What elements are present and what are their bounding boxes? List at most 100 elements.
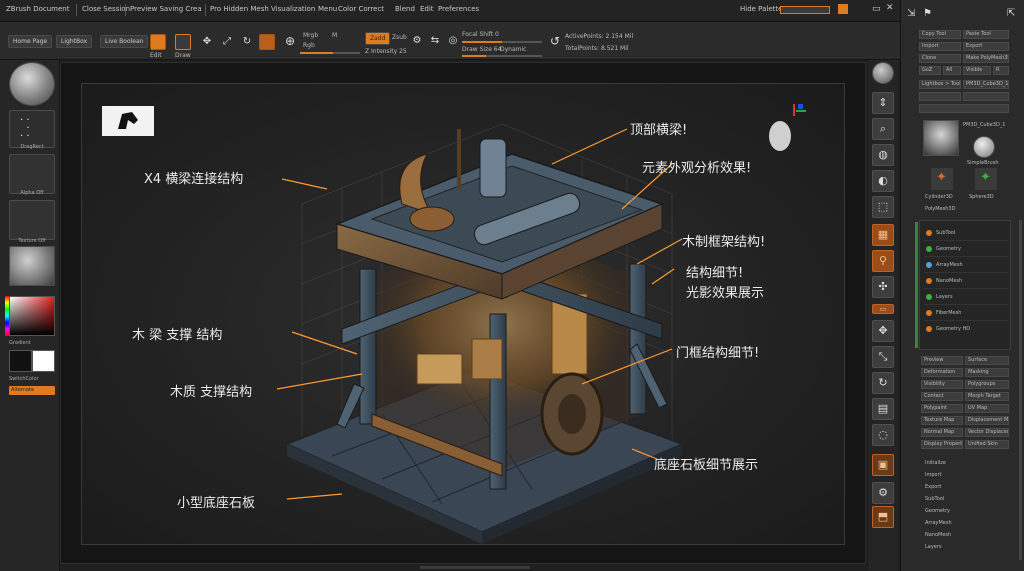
- local-icon[interactable]: ⚲: [872, 250, 894, 272]
- xyz-icon[interactable]: ✣: [872, 276, 894, 298]
- visible-button[interactable]: Visible: [963, 66, 991, 75]
- subtool-row[interactable]: FiberMesh: [924, 307, 1008, 321]
- menu-list-item[interactable]: NanoMesh: [925, 532, 951, 538]
- orange-toggle-button[interactable]: [259, 34, 275, 50]
- switch-color-label[interactable]: SwitchColor: [9, 376, 55, 382]
- scale-view-icon[interactable]: ⤡: [872, 346, 894, 368]
- gear-icon[interactable]: ⚙: [410, 34, 424, 48]
- hide-palette-label[interactable]: Hide Palette: [740, 5, 782, 13]
- menu-color-correct[interactable]: Color Correct: [338, 5, 384, 13]
- brush-selector[interactable]: [9, 62, 55, 106]
- menu-list-item[interactable]: Geometry: [925, 508, 950, 514]
- subtool-scrollbar[interactable]: [915, 222, 918, 348]
- menu-orange-square[interactable]: [838, 4, 848, 14]
- scroll-icon[interactable]: ⇕: [872, 92, 894, 114]
- menu-list-item[interactable]: SubTool: [925, 496, 944, 502]
- zoom-icon[interactable]: ⌕: [872, 118, 894, 140]
- tool-thumb-sphere[interactable]: ✦: [975, 168, 997, 190]
- tool-thumb-simplebrush[interactable]: [973, 136, 995, 158]
- subtool-row[interactable]: Geometry HD: [924, 323, 1008, 337]
- menu-close-session[interactable]: Close Session: [82, 5, 130, 13]
- goz-button[interactable]: GoZ: [919, 66, 941, 75]
- all-button[interactable]: All: [943, 66, 961, 75]
- home-page-button[interactable]: Home Page: [8, 35, 53, 48]
- frame-icon[interactable]: ▭: [872, 304, 894, 314]
- subtool-row[interactable]: ArrayMesh: [924, 259, 1008, 273]
- timeline-slider[interactable]: [420, 566, 530, 569]
- subtool-option[interactable]: Polygroups: [965, 380, 1009, 389]
- aahalf-icon[interactable]: ◐: [872, 170, 894, 192]
- actual-icon[interactable]: ◍: [872, 144, 894, 166]
- live-boolean-button[interactable]: Live Boolean: [100, 35, 149, 48]
- window-close-icon[interactable]: ✕: [886, 3, 894, 13]
- rotate-icon[interactable]: ↻: [240, 35, 254, 49]
- clone-button[interactable]: Clone: [919, 54, 961, 63]
- menu-list-item[interactable]: Layers: [925, 544, 942, 550]
- subtool-row[interactable]: NanoMesh: [924, 275, 1008, 289]
- subtool-list[interactable]: SubTool Geometry ArrayMesh NanoMesh Laye…: [919, 220, 1011, 350]
- color-picker[interactable]: [9, 296, 55, 336]
- polyf-icon[interactable]: ▤: [872, 398, 894, 420]
- subtool-option[interactable]: Displacement Map: [965, 416, 1009, 425]
- stroke-selector[interactable]: · · · · ·: [9, 110, 55, 148]
- menu-preview-saving[interactable]: Preview Saving Crea: [130, 5, 202, 13]
- tool-slider-2[interactable]: [963, 92, 1009, 101]
- rotate-view-icon[interactable]: ↻: [872, 372, 894, 394]
- zsub-label[interactable]: Zsub: [392, 34, 407, 41]
- menu-edit[interactable]: Edit: [420, 5, 434, 13]
- subtool-option[interactable]: Morph Target: [965, 392, 1009, 401]
- document-canvas[interactable]: 顶部横梁! 元素外观分析效果! X4 横梁连接结构 木制框架结构! 结构细节! …: [81, 83, 845, 545]
- lock-icon[interactable]: ◎: [446, 34, 460, 48]
- subtool-row[interactable]: Layers: [924, 291, 1008, 305]
- menu-blend[interactable]: Blend: [395, 5, 415, 13]
- tool-slider-3[interactable]: [919, 104, 1009, 113]
- menu-list-item[interactable]: Import: [925, 472, 942, 478]
- export-button[interactable]: Export: [963, 42, 1009, 51]
- material-selector[interactable]: [9, 246, 55, 286]
- move-view-icon[interactable]: ✥: [872, 320, 894, 342]
- bpr-sphere-icon[interactable]: [872, 62, 894, 84]
- import-button[interactable]: Import: [919, 42, 961, 51]
- subtool-option[interactable]: Normal Map: [921, 428, 963, 437]
- tool-thumb-cylinder[interactable]: ✦: [931, 168, 953, 190]
- subtool-option[interactable]: Visibility: [921, 380, 963, 389]
- scale-icon[interactable]: ⤢: [220, 35, 234, 49]
- transp-icon[interactable]: ◌: [872, 424, 894, 446]
- flip-icon[interactable]: ⇆: [428, 34, 442, 48]
- subtool-option[interactable]: Preview: [921, 356, 963, 365]
- menu-preferences[interactable]: Preferences: [438, 5, 479, 13]
- subtool-option[interactable]: Texture Map: [921, 416, 963, 425]
- draw-mode-button[interactable]: [175, 34, 191, 50]
- draw-size-slider[interactable]: [462, 55, 542, 57]
- persp-icon[interactable]: ⬚: [872, 196, 894, 218]
- subtool-option[interactable]: Polypaint: [921, 404, 963, 413]
- menu-zbrush-document[interactable]: ZBrush Document: [6, 5, 70, 13]
- tool-thumb-head[interactable]: [923, 120, 959, 156]
- subtool-option[interactable]: Masking: [965, 368, 1009, 377]
- hue-strip[interactable]: [5, 296, 9, 336]
- secondary-color-swatch[interactable]: [32, 350, 55, 372]
- edit-mode-button[interactable]: [150, 34, 166, 50]
- viewport[interactable]: 顶部横梁! 元素外观分析效果! X4 横梁连接结构 木制框架结构! 结构细节! …: [60, 62, 866, 564]
- target-icon[interactable]: ⊕: [283, 34, 297, 48]
- focal-shift-slider[interactable]: [462, 41, 542, 43]
- texture-selector[interactable]: [9, 200, 55, 240]
- rgb-intensity-slider[interactable]: [300, 52, 360, 54]
- subtool-option[interactable]: Contact: [921, 392, 963, 401]
- menu-hidden-mesh[interactable]: Pro Hidden Mesh Visualization: [210, 5, 315, 13]
- window-minimize-icon[interactable]: ▭: [872, 4, 881, 14]
- zadd-button[interactable]: Zadd: [365, 32, 391, 45]
- lightbox-button[interactable]: LightBox: [56, 35, 93, 48]
- menu-list-item[interactable]: ArrayMesh: [925, 520, 952, 526]
- main-color-swatch[interactable]: [9, 350, 32, 372]
- panel-pin-icon[interactable]: ⚑: [923, 8, 932, 19]
- xpose-icon[interactable]: ⬒: [872, 506, 894, 528]
- subtool-option[interactable]: Deformation: [921, 368, 963, 377]
- panel-toggle-icon[interactable]: ⇲: [907, 8, 915, 19]
- subtool-option[interactable]: UV Map: [965, 404, 1009, 413]
- floor-icon[interactable]: ▦: [872, 224, 894, 246]
- menu-menu[interactable]: Menu: [318, 5, 337, 13]
- ghost-icon[interactable]: ▣: [872, 454, 894, 476]
- m-label[interactable]: M: [332, 32, 337, 39]
- quicksave-slider[interactable]: [780, 6, 830, 14]
